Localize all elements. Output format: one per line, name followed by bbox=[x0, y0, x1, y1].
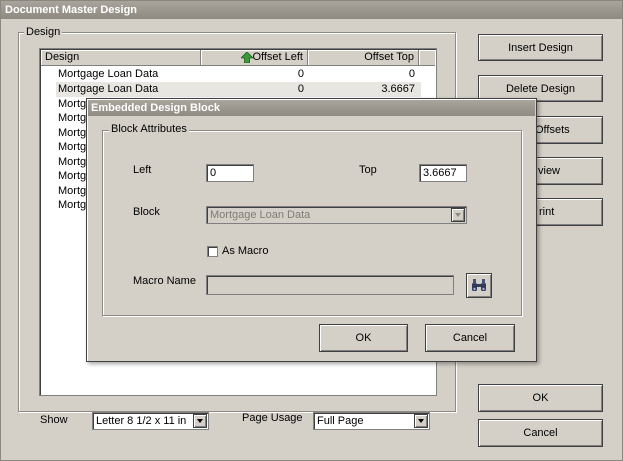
page-usage-value: Full Page bbox=[317, 415, 364, 427]
design-name: Mortg bbox=[58, 98, 87, 110]
show-label: Show bbox=[40, 414, 68, 426]
browse-macro-button[interactable] bbox=[466, 273, 492, 298]
chevron-down-icon[interactable] bbox=[193, 414, 207, 428]
design-group-label: Design bbox=[24, 26, 63, 39]
top-label: Top bbox=[359, 164, 377, 176]
column-header-offset-left-label: Offset Left bbox=[252, 51, 303, 63]
macro-name-label: Macro Name bbox=[133, 275, 196, 287]
show-paper-value: Letter 8 1/2 x 11 in bbox=[96, 415, 187, 427]
design-name: Mortg bbox=[58, 156, 87, 168]
design-name: Mortg bbox=[58, 127, 87, 139]
offset-top-value: 0 bbox=[408, 68, 415, 80]
ok-button[interactable]: OK bbox=[478, 384, 603, 412]
block-select-value: Mortgage Loan Data bbox=[210, 209, 311, 221]
as-macro-label: As Macro bbox=[222, 245, 269, 257]
design-name: Mortg bbox=[58, 199, 87, 211]
show-paper-select[interactable]: Letter 8 1/2 x 11 in bbox=[92, 412, 209, 430]
page-usage-select[interactable]: Full Page bbox=[313, 412, 430, 430]
window-title: Document Master Design bbox=[1, 1, 622, 19]
offset-left-value: 0 bbox=[297, 68, 304, 80]
block-attributes-label: Block Attributes bbox=[109, 123, 189, 136]
as-macro-checkbox[interactable] bbox=[207, 246, 218, 257]
list-header: Design Offset Left Offset Top bbox=[41, 50, 435, 66]
list-item[interactable]: Mortgage Loan Data 0 0 bbox=[41, 67, 421, 82]
list-item-selected[interactable]: Mortgage Loan Data 0 3.6667 bbox=[41, 82, 421, 97]
page-usage-label: Page Usage bbox=[242, 412, 303, 424]
design-name: Mortg bbox=[58, 170, 87, 182]
column-header-offset-top[interactable]: Offset Top bbox=[308, 50, 419, 66]
macro-name-input[interactable] bbox=[206, 275, 454, 295]
dialog-title: Embedded Design Block bbox=[88, 100, 535, 116]
embedded-design-block-dialog: Embedded Design Block Block Attributes L… bbox=[86, 98, 537, 362]
design-name: Mortgage Loan Data bbox=[58, 68, 159, 80]
chevron-down-icon[interactable] bbox=[414, 414, 428, 428]
left-label: Left bbox=[133, 164, 152, 176]
block-label: Block bbox=[133, 206, 160, 218]
design-name: Mortg bbox=[58, 185, 87, 197]
design-name: Mortg bbox=[58, 112, 87, 124]
sort-ascending-icon bbox=[241, 52, 253, 63]
top-input[interactable]: 3.6667 bbox=[419, 164, 467, 182]
column-header-design[interactable]: Design bbox=[41, 50, 201, 66]
block-select[interactable]: Mortgage Loan Data bbox=[206, 206, 467, 224]
dialog-ok-button[interactable]: OK bbox=[319, 324, 408, 352]
binoculars-icon bbox=[472, 279, 486, 291]
chevron-down-icon[interactable] bbox=[451, 208, 465, 222]
design-name: Mortgage Loan Data bbox=[58, 83, 159, 95]
offset-top-value: 3.6667 bbox=[381, 83, 415, 95]
cancel-button[interactable]: Cancel bbox=[478, 419, 603, 447]
column-header-offset-left[interactable]: Offset Left bbox=[201, 50, 308, 66]
column-header-filler bbox=[419, 50, 435, 66]
dialog-cancel-button[interactable]: Cancel bbox=[425, 324, 515, 352]
design-name: Mortg bbox=[58, 141, 87, 153]
left-input[interactable]: 0 bbox=[206, 164, 254, 182]
offset-left-value: 0 bbox=[297, 83, 304, 95]
insert-design-button[interactable]: Insert Design bbox=[478, 34, 603, 61]
